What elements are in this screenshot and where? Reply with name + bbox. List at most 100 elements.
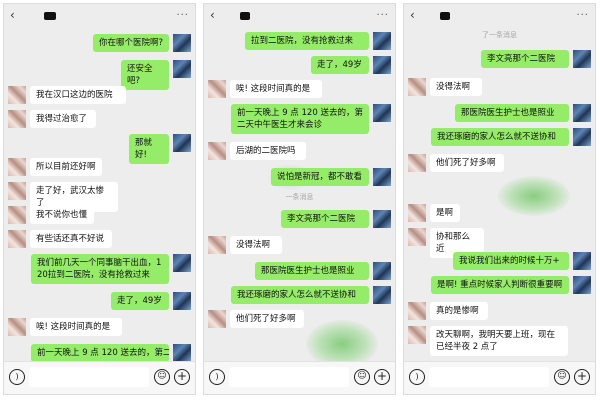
message-bubble[interactable]: 走了，49岁: [111, 292, 169, 310]
avatar[interactable]: [573, 128, 591, 146]
avatar[interactable]: [408, 78, 426, 96]
voice-icon[interactable]: ): [209, 369, 225, 385]
message-bubble[interactable]: 前一天晚上 9 点 120 送去的，第二天: [31, 344, 169, 362]
message-bubble[interactable]: 他们死了好多啊: [430, 154, 504, 172]
message-bubble[interactable]: 我还琢磨的家人怎么就不送协和: [231, 286, 369, 304]
avatar[interactable]: [373, 262, 391, 280]
avatar[interactable]: [408, 154, 426, 172]
message-row: 我还琢磨的家人怎么就不送协和: [404, 128, 595, 146]
message-bubble[interactable]: 我说我们出来的时候十万+: [453, 252, 569, 270]
emoji-icon[interactable]: ☺: [554, 369, 570, 385]
message-bubble[interactable]: 他们死了好多啊: [230, 310, 304, 328]
back-icon[interactable]: ‹: [10, 8, 15, 22]
avatar[interactable]: [573, 252, 591, 270]
message-bubble[interactable]: 我还琢磨的家人怎么就不送协和: [431, 128, 569, 146]
message-bubble[interactable]: 你在哪个医院啊?: [93, 34, 169, 52]
message-row: 协和那么近: [404, 228, 595, 258]
message-bubble[interactable]: 前一天晚上 9 点 120 送去的，第二天中午医生才来会诊: [231, 104, 369, 134]
avatar[interactable]: [373, 32, 391, 50]
avatar[interactable]: [173, 60, 191, 78]
avatar[interactable]: [408, 326, 426, 344]
avatar[interactable]: [173, 134, 191, 152]
avatar[interactable]: [173, 292, 191, 310]
message-row: 你在哪个医院啊?: [4, 34, 195, 52]
emoji-icon[interactable]: ☺: [354, 369, 370, 385]
avatar[interactable]: [208, 310, 226, 328]
chat-header: ‹ ···: [4, 4, 195, 28]
avatar[interactable]: [173, 344, 191, 362]
back-icon[interactable]: ‹: [210, 8, 215, 22]
redacted-title: [240, 12, 250, 20]
message-row: 改天聊啊，我明天要上班，现在已经半夜 2 点了: [404, 326, 595, 358]
plus-icon[interactable]: +: [374, 369, 390, 385]
message-bubble[interactable]: 我在汉口这边的医院: [30, 86, 126, 104]
avatar[interactable]: [173, 34, 191, 52]
avatar[interactable]: [8, 86, 26, 104]
message-bubble[interactable]: 我们前几天一个同事脑干出血，120拉到二医院，没有抢救过来: [31, 254, 169, 284]
message-row: 他们死了好多啊: [204, 310, 395, 328]
message-row: 唉! 这段时间真的是: [4, 318, 195, 336]
plus-icon[interactable]: +: [574, 369, 590, 385]
back-icon[interactable]: ‹: [410, 8, 415, 22]
message-bubble[interactable]: 那医院医生护士也是照业: [255, 262, 369, 280]
avatar[interactable]: [8, 182, 26, 200]
message-row: 李文亮那个二医院: [204, 210, 395, 228]
avatar[interactable]: [8, 206, 26, 224]
message-bubble[interactable]: 说怕是新冠，都不敢看: [271, 168, 369, 186]
message-bubble[interactable]: 我不说你也懂: [30, 206, 94, 224]
message-bubble[interactable]: 走了，49岁: [311, 56, 369, 74]
message-bubble[interactable]: 没得法啊: [430, 78, 482, 96]
voice-icon[interactable]: ): [9, 369, 25, 385]
avatar[interactable]: [573, 50, 591, 68]
avatar[interactable]: [373, 210, 391, 228]
message-row: 没得法啊: [404, 78, 595, 96]
message-input[interactable]: [29, 367, 149, 387]
message-bubble[interactable]: 有些话还真不好说: [30, 230, 112, 248]
message-bubble[interactable]: 拉到二医院，没有抢救过来: [245, 32, 369, 50]
avatar[interactable]: [573, 276, 591, 294]
message-bubble[interactable]: 后湖的二医院吗: [230, 142, 306, 160]
avatar[interactable]: [8, 230, 26, 248]
avatar[interactable]: [373, 104, 391, 122]
message-bubble[interactable]: 唉! 这段时间真的是: [30, 318, 122, 336]
avatar[interactable]: [173, 254, 191, 272]
emoji-icon[interactable]: ☺: [154, 369, 170, 385]
message-row: 还安全吧?: [4, 60, 195, 90]
message-bubble[interactable]: 没得法啊: [230, 236, 282, 254]
avatar[interactable]: [8, 318, 26, 336]
more-icon[interactable]: ···: [376, 10, 389, 21]
avatar[interactable]: [373, 168, 391, 186]
message-row: 那就好!: [4, 134, 195, 164]
message-row: 李文亮那个二医院: [404, 50, 595, 68]
more-icon[interactable]: ···: [176, 10, 189, 21]
plus-icon[interactable]: +: [174, 369, 190, 385]
message-input[interactable]: [229, 367, 349, 387]
message-row: 前一天晚上 9 点 120 送去的，第二天中午医生才来会诊: [204, 104, 395, 136]
message-bubble[interactable]: 是啊: [430, 204, 460, 222]
avatar[interactable]: [8, 110, 26, 128]
avatar[interactable]: [408, 302, 426, 320]
avatar[interactable]: [208, 80, 226, 98]
avatar[interactable]: [408, 228, 426, 246]
message-bubble[interactable]: 那医院医生护士也是照业: [455, 104, 569, 122]
message-bubble[interactable]: 是啊! 重点时候家人判断很重要啊: [431, 276, 569, 294]
redacted-title: [440, 12, 450, 20]
avatar[interactable]: [373, 286, 391, 304]
message-bubble[interactable]: 李文亮那个二医院: [281, 210, 369, 228]
message-row: 是啊! 重点时候家人判断很重要啊: [404, 276, 595, 294]
avatar[interactable]: [208, 236, 226, 254]
message-bubble[interactable]: 我得过治愈了: [30, 110, 96, 128]
message-bubble[interactable]: 李文亮那个二医院: [481, 50, 569, 68]
more-icon[interactable]: ···: [576, 10, 589, 21]
message-input[interactable]: [429, 367, 549, 387]
voice-icon[interactable]: ): [409, 369, 425, 385]
avatar[interactable]: [573, 104, 591, 122]
message-bubble[interactable]: 改天聊啊，我明天要上班，现在已经半夜 2 点了: [430, 326, 568, 356]
avatar[interactable]: [408, 204, 426, 222]
avatar[interactable]: [208, 142, 226, 160]
message-bubble[interactable]: 所以目前还好啊: [30, 158, 102, 176]
avatar[interactable]: [8, 158, 26, 176]
message-bubble[interactable]: 真的是惨啊: [430, 302, 488, 320]
message-bubble[interactable]: 唉! 这段时间真的是: [230, 80, 322, 98]
avatar[interactable]: [373, 56, 391, 74]
